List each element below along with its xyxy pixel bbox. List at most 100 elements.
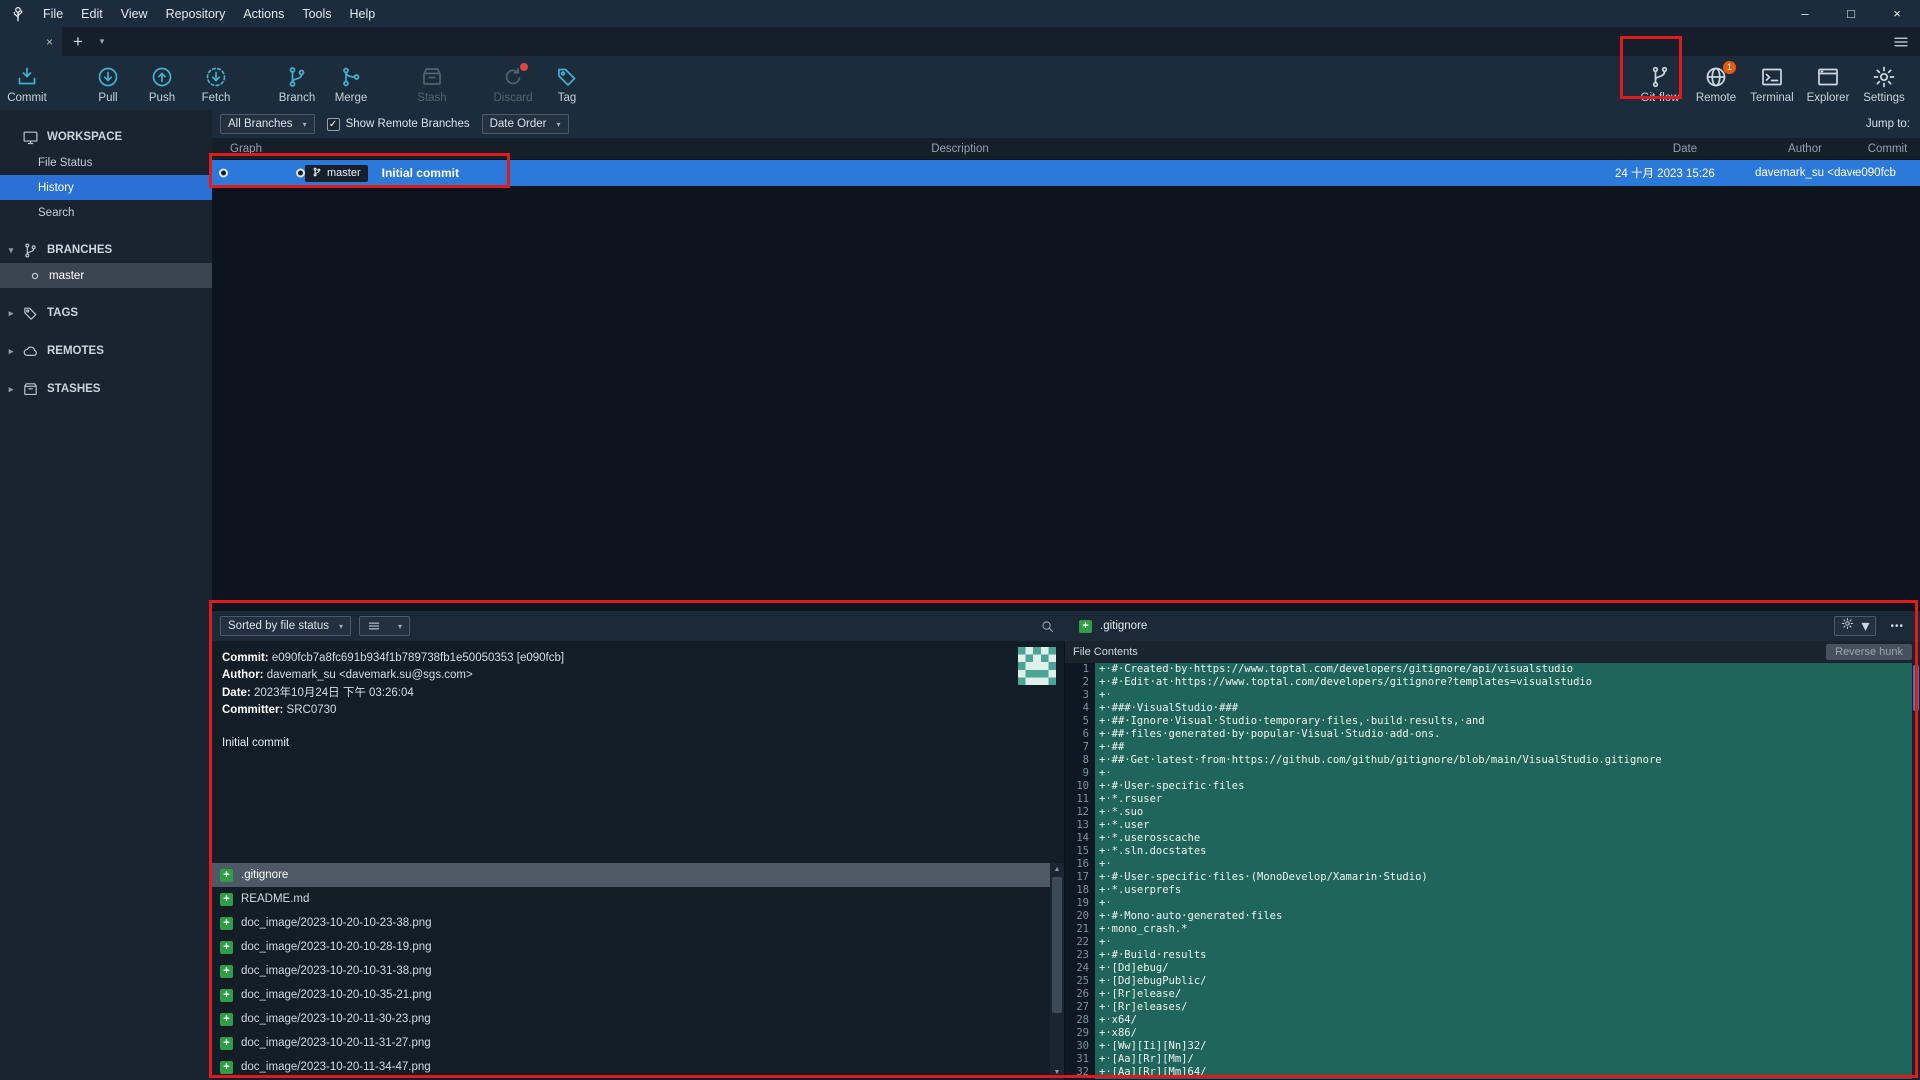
- commit-row[interactable]: masterInitial commit24 十月 2023 15:26dave…: [212, 160, 1920, 186]
- fetch-icon: [204, 65, 228, 89]
- toolbar-branch-button[interactable]: Branch: [270, 56, 324, 110]
- diff-line-number: 1: [1065, 663, 1095, 676]
- terminal-icon: [1760, 65, 1784, 89]
- scroll-up-icon[interactable]: ▲: [1054, 863, 1061, 877]
- scrollbar-thumb[interactable]: [1052, 877, 1062, 1013]
- show-remote-branches-option[interactable]: ✓ Show Remote Branches: [327, 118, 470, 131]
- file-added-icon: +: [220, 1061, 233, 1074]
- diff-line: 11+·*.rsuser: [1065, 793, 1920, 806]
- sidebar-item-history[interactable]: History: [0, 175, 212, 200]
- gear-icon: [1841, 617, 1854, 635]
- file-row-doc-image-2023-10-20-10-23-38-png[interactable]: +doc_image/2023-10-20-10-23-38.png: [212, 911, 1050, 935]
- sidebar-item-search[interactable]: Search: [0, 200, 212, 225]
- branch-icon: [22, 242, 39, 259]
- sidebar: WORKSPACEFile StatusHistorySearch ▾BRANCH…: [0, 110, 212, 1080]
- author-avatar: [1018, 647, 1056, 685]
- file-row-doc-image-2023-10-20-11-31-27-png[interactable]: +doc_image/2023-10-20-11-31-27.png: [212, 1031, 1050, 1055]
- changed-files-list: +.gitignore+README.md+doc_image/2023-10-…: [212, 863, 1064, 1080]
- hamburger-menu-icon[interactable]: [1892, 33, 1910, 51]
- sidebar-section-stashes[interactable]: ▸STASHES: [0, 376, 212, 402]
- chevron-down-icon: ▾: [303, 120, 307, 129]
- sidebar-section-remotes[interactable]: ▸REMOTES: [0, 338, 212, 364]
- file-row-doc-image-2023-10-20-10-35-21-png[interactable]: +doc_image/2023-10-20-10-35-21.png: [212, 983, 1050, 1007]
- sidebar-section-workspace[interactable]: WORKSPACE: [0, 124, 212, 150]
- file-row-doc-image-2023-10-20-10-28-19-png[interactable]: +doc_image/2023-10-20-10-28-19.png: [212, 935, 1050, 959]
- meta-commit: Commit: e090fcb7a8fc691b934f1b789738fb1e…: [222, 650, 1054, 667]
- toolbar-stash-button[interactable]: Stash: [405, 56, 459, 110]
- toolbar-pull-button[interactable]: Pull: [81, 56, 135, 110]
- chevron-right-icon: ▸: [0, 308, 22, 319]
- sidebar-item-master[interactable]: master: [0, 263, 212, 288]
- column-header-date[interactable]: Date: [1615, 138, 1755, 159]
- minimize-button[interactable]: –: [1782, 0, 1828, 27]
- toolbar-discard-button[interactable]: Discard: [486, 56, 540, 110]
- diff-line-number: 23: [1065, 949, 1095, 962]
- file-contents-tab[interactable]: File Contents: [1073, 646, 1138, 658]
- diff-scrollbar-thumb[interactable]: [1913, 665, 1919, 711]
- toolbar-left-group: Commit PullPushFetch BranchMerge Stash Disca…: [0, 56, 594, 110]
- file-contents-bar: File Contents Reverse hunk: [1065, 641, 1920, 663]
- reverse-hunk-button[interactable]: Reverse hunk: [1826, 644, 1912, 660]
- column-header-description[interactable]: Description: [305, 138, 1615, 159]
- tab-close-icon[interactable]: ×: [46, 36, 53, 48]
- toolbar-tag-button[interactable]: Tag: [540, 56, 594, 110]
- toolbar-remote-button[interactable]: 1Remote: [1688, 56, 1744, 110]
- file-row-doc-image-2023-10-20-11-30-23-png[interactable]: +doc_image/2023-10-20-11-30-23.png: [212, 1007, 1050, 1031]
- toolbar-terminal-button[interactable]: Terminal: [1744, 56, 1800, 110]
- sidebar-item-file-status[interactable]: File Status: [0, 150, 212, 175]
- close-button[interactable]: ×: [1874, 0, 1920, 27]
- column-header-graph[interactable]: Graph: [212, 138, 305, 159]
- branch-icon: [312, 167, 322, 180]
- column-header-commit[interactable]: Commit: [1855, 138, 1920, 159]
- more-options-button[interactable]: •••: [1884, 616, 1910, 636]
- commit-detail-panel: Sorted by file status ▾ ▾ + .gitignore: [212, 610, 1920, 1080]
- maximize-button[interactable]: □: [1828, 0, 1874, 27]
- repository-tab[interactable]: ×: [0, 27, 62, 56]
- file-row-readme-md[interactable]: +README.md: [212, 887, 1050, 911]
- toolbar-fetch-button[interactable]: Fetch: [189, 56, 243, 110]
- view-options-dropdown[interactable]: ▾: [359, 616, 410, 636]
- sort-order-dropdown[interactable]: Date Order ▾: [482, 114, 569, 134]
- toolbar-commit-button[interactable]: Commit: [0, 56, 54, 110]
- sidebar-section-branches[interactable]: ▾BRANCHES: [0, 237, 212, 263]
- toolbar-merge-button[interactable]: Merge: [324, 56, 378, 110]
- description-cell: masterInitial commit: [305, 165, 1615, 182]
- toolbar-push-button[interactable]: Push: [135, 56, 189, 110]
- diff-scrollbar[interactable]: [1912, 663, 1920, 1080]
- sidebar-section-tags[interactable]: ▸TAGS: [0, 300, 212, 326]
- diff-line: 30+·[Ww][Ii][Nn]32/: [1065, 1040, 1920, 1053]
- scroll-down-icon[interactable]: ▼: [1054, 1066, 1061, 1080]
- menu-help[interactable]: Help: [341, 0, 385, 27]
- diff-line: 31+·[Aa][Rr][Mm]/: [1065, 1053, 1920, 1066]
- diff-line: 8+·##·Get·latest·from·https://github.com…: [1065, 754, 1920, 767]
- toolbar-git-flow-button[interactable]: Git-flow: [1632, 56, 1688, 110]
- menu-file[interactable]: File: [34, 0, 72, 27]
- menu-view[interactable]: View: [112, 0, 157, 27]
- window-controls: – □ ×: [1782, 0, 1920, 27]
- diff-line-number: 18: [1065, 884, 1095, 897]
- history-empty-area: [212, 186, 1920, 610]
- file-added-icon: +: [220, 941, 233, 954]
- toolbar-settings-button[interactable]: Settings: [1856, 56, 1912, 110]
- menu-actions[interactable]: Actions: [234, 0, 293, 27]
- file-sort-dropdown[interactable]: Sorted by file status ▾: [220, 616, 351, 636]
- file-row-doc-image-2023-10-20-11-34-47-png[interactable]: +doc_image/2023-10-20-11-34-47.png: [212, 1055, 1050, 1079]
- file-list-scrollbar[interactable]: ▲ ▼: [1050, 863, 1064, 1080]
- column-header-author[interactable]: Author: [1755, 138, 1855, 159]
- menu-tools[interactable]: Tools: [293, 0, 340, 27]
- menu-edit[interactable]: Edit: [72, 0, 112, 27]
- new-tab-button[interactable]: +: [62, 27, 94, 56]
- diff-line-number: 26: [1065, 988, 1095, 1001]
- file-row-doc-image-2023-10-20-10-31-38-png[interactable]: +doc_image/2023-10-20-10-31-38.png: [212, 959, 1050, 983]
- search-icon[interactable]: [1040, 619, 1055, 634]
- toolbar-explorer-button[interactable]: Explorer: [1800, 56, 1856, 110]
- diff-options-dropdown[interactable]: ▾: [1834, 616, 1876, 636]
- file-row-gitignore[interactable]: +.gitignore: [212, 863, 1050, 887]
- menu-repository[interactable]: Repository: [157, 0, 235, 27]
- merge-icon: [339, 65, 363, 89]
- graph-branch-dot: [296, 169, 305, 178]
- show-remote-checkbox[interactable]: ✓: [327, 118, 340, 131]
- diff-line-number: 19: [1065, 897, 1095, 910]
- branch-filter-dropdown[interactable]: All Branches ▾: [220, 114, 315, 134]
- tab-list-dropdown-caret[interactable]: ▾: [94, 27, 110, 56]
